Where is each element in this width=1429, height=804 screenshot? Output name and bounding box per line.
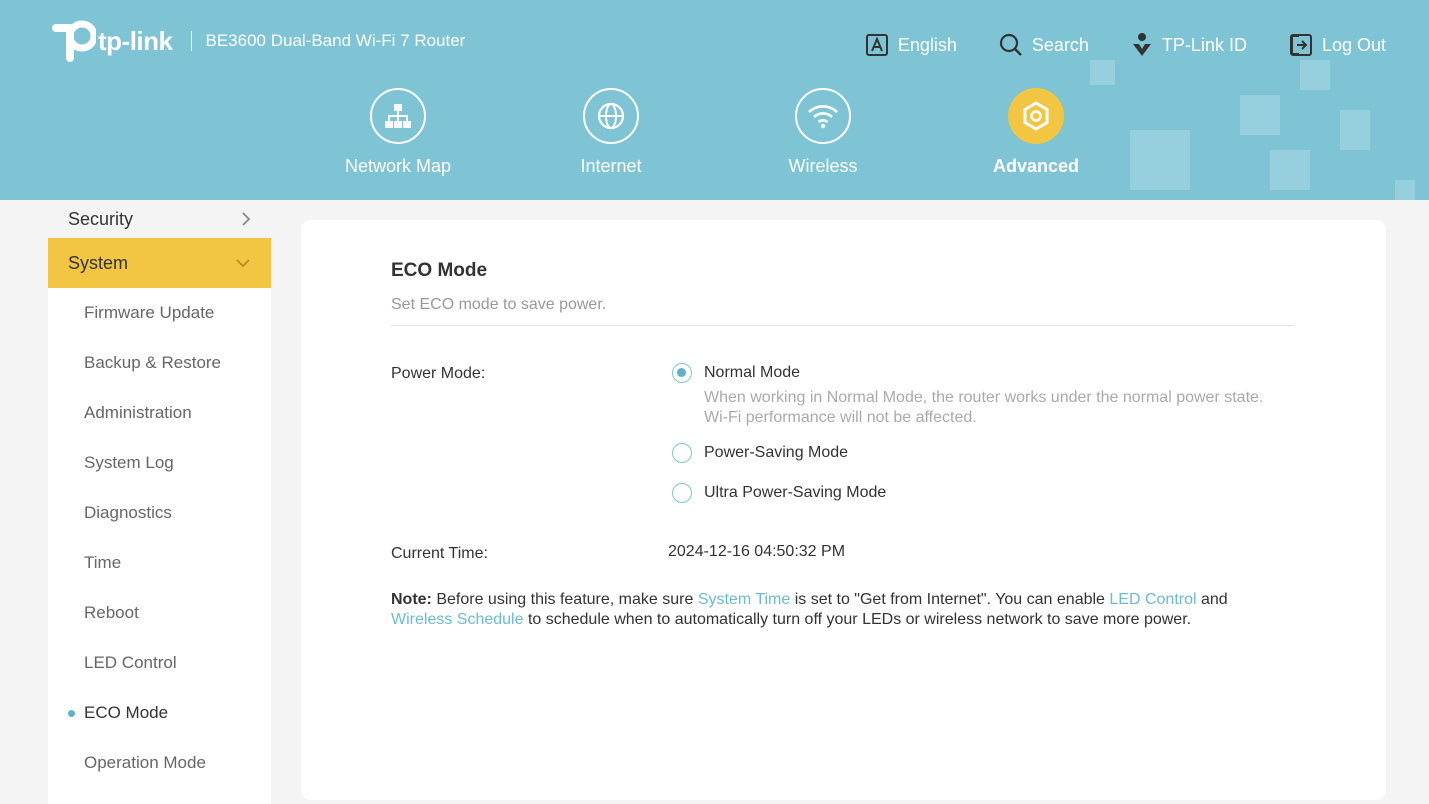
logout-button[interactable]: Log Out	[1289, 33, 1386, 57]
nav-wireless[interactable]: Wireless	[743, 88, 903, 177]
radio-label: Power-Saving Mode	[704, 444, 849, 461]
globe-icon	[583, 88, 639, 144]
decor-square	[1090, 60, 1115, 85]
sidebar-group-system[interactable]: System	[48, 238, 271, 288]
note-part: is set to "Get from Internet". You can e…	[790, 591, 1110, 608]
radio-ultra-power-saving-mode[interactable]: Ultra Power-Saving Mode	[672, 483, 886, 503]
current-time-value: 2024-12-16 04:50:32 PM	[668, 543, 846, 560]
tplink-id-icon	[1132, 33, 1151, 56]
chevron-down-icon	[236, 259, 250, 268]
search-button[interactable]: Search	[999, 33, 1089, 57]
tplink-id-label: TP-Link ID	[1161, 34, 1247, 55]
sidebar-item-system-log[interactable]: System Log	[48, 438, 271, 488]
radio-power-saving-mode[interactable]: Power-Saving Mode	[672, 443, 848, 463]
sidebar-item-eco-mode[interactable]: ECO Mode	[48, 688, 271, 738]
logout-icon	[1289, 34, 1312, 56]
brand-name: tp-link	[98, 25, 173, 56]
divider	[391, 325, 1294, 326]
note-part: Before using this feature, make sure	[431, 591, 698, 608]
radio-label: Ultra Power-Saving Mode	[704, 484, 887, 501]
note-label: Note:	[391, 591, 432, 608]
page-description: Set ECO mode to save power.	[391, 296, 607, 313]
note-part: and	[1196, 591, 1228, 608]
sidebar-item-operation-mode[interactable]: Operation Mode	[48, 738, 271, 788]
sidebar-item-backup-restore[interactable]: Backup & Restore	[48, 338, 271, 388]
tplink-logo-icon	[48, 18, 98, 64]
radio-button-checked[interactable]	[672, 363, 692, 383]
language-icon	[865, 34, 888, 56]
radio-button[interactable]	[672, 483, 692, 503]
current-time-label: Current Time:	[391, 545, 488, 562]
page-title: ECO Mode	[391, 260, 488, 281]
sidebar-item-diagnostics[interactable]: Diagnostics	[48, 488, 271, 538]
tplink-id-button[interactable]: TP-Link ID	[1131, 32, 1247, 58]
radio-normal-mode[interactable]: Normal Mode	[672, 363, 800, 383]
system-time-link[interactable]: System Time	[698, 591, 790, 608]
sidebar-item-administration[interactable]: Administration	[48, 388, 271, 438]
nav-internet[interactable]: Internet	[531, 88, 691, 177]
search-icon	[999, 33, 1022, 56]
note-text: Note: Before using this feature, make su…	[391, 590, 1291, 630]
nav-internet-label: Internet	[580, 156, 642, 176]
sidebar-item-led-control[interactable]: LED Control	[48, 638, 271, 688]
sidebar-item-reboot[interactable]: Reboot	[48, 588, 271, 638]
led-control-link[interactable]: LED Control	[1109, 591, 1196, 608]
logout-label: Log Out	[1321, 34, 1386, 55]
language-label: English	[897, 34, 957, 55]
sidebar-group-label: System	[68, 252, 129, 273]
normal-mode-hint: When working in Normal Mode, the router …	[704, 389, 1264, 426]
nav-wireless-label: Wireless	[788, 156, 858, 176]
nav-network-map-label: Network Map	[344, 156, 452, 176]
wireless-schedule-link[interactable]: Wireless Schedule	[391, 611, 524, 628]
language-button[interactable]: English	[865, 33, 957, 57]
network-map-icon	[370, 88, 426, 144]
sidebar-group-security[interactable]: Security	[48, 200, 271, 238]
content-card: ECO Mode Set ECO mode to save power. Pow…	[301, 220, 1386, 800]
sidebar: Security System Firmware Update Backup &…	[48, 200, 271, 804]
search-label: Search	[1031, 34, 1089, 55]
sidebar-item-firmware-update[interactable]: Firmware Update	[48, 288, 271, 338]
radio-label: Normal Mode	[704, 364, 801, 381]
nav-advanced-label: Advanced	[992, 156, 1080, 176]
power-mode-label: Power Mode:	[391, 365, 486, 382]
note-part: to schedule when to automatically turn o…	[523, 611, 1192, 628]
sidebar-item-time[interactable]: Time	[48, 538, 271, 588]
header: tp-link BE3600 Dual-Band Wi-Fi 7 Router …	[0, 0, 1429, 200]
top-actions: English Search TP-Link ID Log Out	[823, 32, 1386, 58]
sidebar-group-label: Security	[68, 208, 134, 229]
router-model: BE3600 Dual-Band Wi-Fi 7 Router	[205, 31, 466, 50]
decor-square	[1300, 60, 1330, 90]
nav-advanced[interactable]: Advanced	[956, 88, 1116, 177]
brand: tp-link BE3600 Dual-Band Wi-Fi 7 Router	[48, 18, 465, 64]
wifi-icon	[795, 88, 851, 144]
brand-separator	[190, 31, 192, 51]
main-nav: Network Map Internet Wireless Advanced	[0, 88, 1429, 188]
radio-button[interactable]	[672, 443, 692, 463]
nav-network-map[interactable]: Network Map	[318, 88, 478, 177]
gear-icon	[1008, 88, 1064, 144]
chevron-right-icon	[242, 212, 251, 226]
